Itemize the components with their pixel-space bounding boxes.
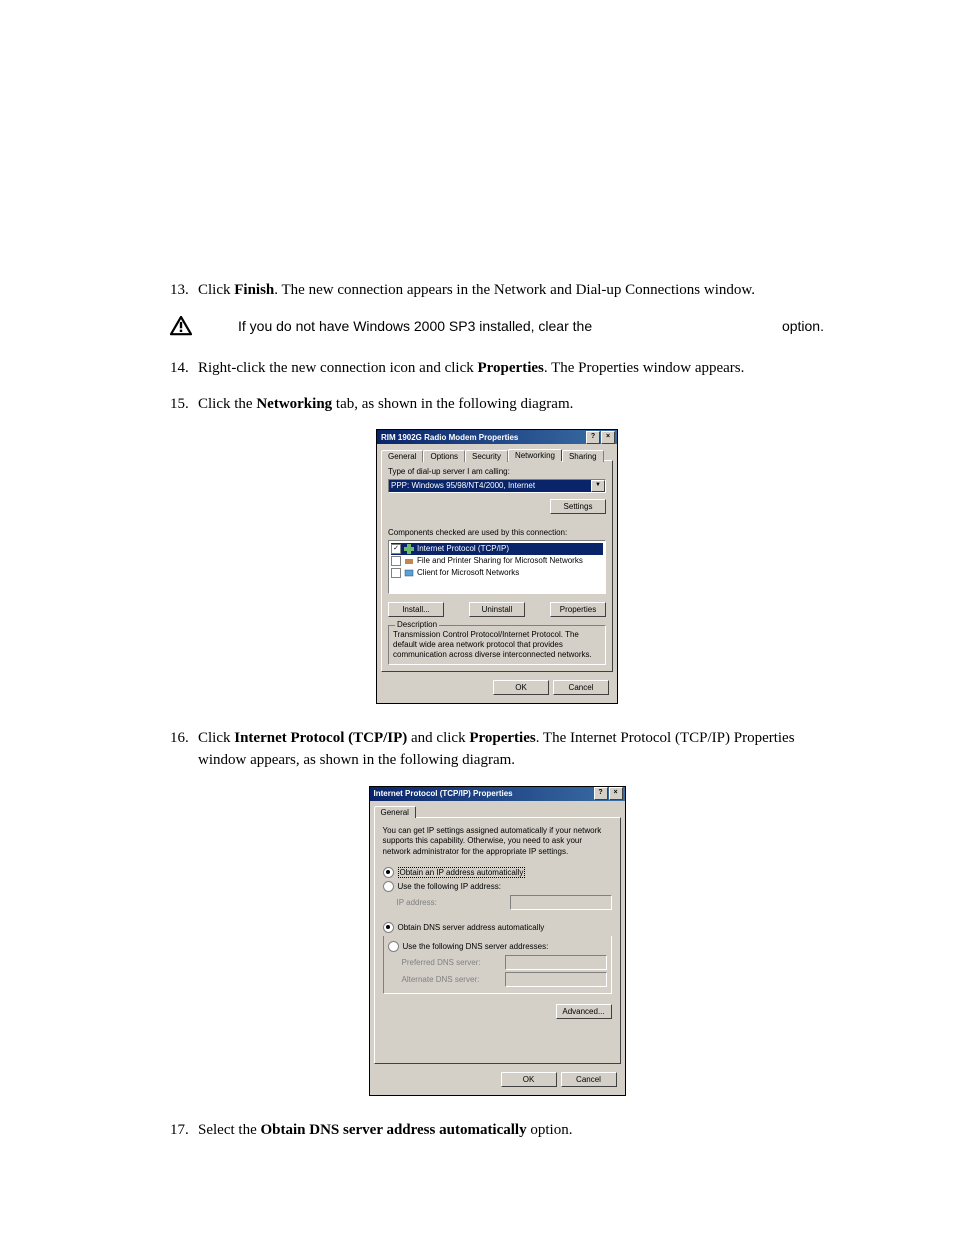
checkbox-icon[interactable]: ✓ [391, 544, 401, 554]
tab-strip: General [370, 801, 625, 817]
document-page: 13. Click Finish. The new connection app… [0, 0, 954, 1256]
step-list: 16. Click Internet Protocol (TCP/IP) and… [170, 728, 824, 772]
preferred-dns-input [505, 955, 607, 970]
step-text: Select the Obtain DNS server address aut… [198, 1122, 572, 1138]
service-icon [404, 556, 414, 566]
help-button[interactable]: ? [594, 787, 608, 800]
window-title: Internet Protocol (TCP/IP) Properties [374, 789, 513, 798]
components-listbox[interactable]: ✓ Internet Protocol (TCP/IP) File and Pr… [388, 540, 606, 594]
step-list: 13. Click Finish. The new connection app… [170, 280, 824, 302]
step-16: 16. Click Internet Protocol (TCP/IP) and… [170, 728, 824, 772]
radio-modem-properties-dialog: RIM 1902G Radio Modem Properties ? × Gen… [376, 429, 618, 704]
step-number: 13. [170, 280, 189, 302]
tab-page-general: You can get IP settings assigned automat… [374, 817, 621, 1064]
settings-button[interactable]: Settings [550, 499, 606, 514]
components-label: Components checked are used by this conn… [388, 528, 606, 537]
type-label: Type of dial-up server I am calling: [388, 467, 606, 476]
ok-button[interactable]: OK [493, 680, 549, 695]
step-15: 15. Click the Networking tab, as shown i… [170, 394, 824, 416]
step-list: 14. Right-click the new connection icon … [170, 358, 824, 416]
dns-group: Use the following DNS server addresses: … [383, 936, 612, 994]
close-button[interactable]: × [601, 431, 615, 444]
window-title: RIM 1902G Radio Modem Properties [381, 433, 518, 442]
step-number: 17. [170, 1120, 189, 1142]
dialog-screenshot-2: Internet Protocol (TCP/IP) Properties ? … [170, 786, 824, 1096]
intro-text: You can get IP settings assigned automat… [383, 826, 612, 857]
help-button[interactable]: ? [586, 431, 600, 444]
network-protocol-icon [404, 544, 414, 554]
checkbox-icon[interactable] [391, 568, 401, 578]
alternate-dns-input [505, 972, 607, 987]
ok-button[interactable]: OK [501, 1072, 557, 1087]
ip-address-input [510, 895, 612, 910]
step-text: Click Internet Protocol (TCP/IP) and cli… [198, 730, 795, 768]
server-type-dropdown[interactable]: PPP: Windows 95/98/NT4/2000, Internet ▼ [388, 479, 606, 493]
option-use-dns[interactable]: Use the following DNS server addresses: [388, 941, 607, 952]
cancel-button[interactable]: Cancel [561, 1072, 617, 1087]
step-text: Click Finish. The new connection appears… [198, 282, 755, 298]
properties-button[interactable]: Properties [550, 602, 606, 617]
radio-icon[interactable] [383, 867, 394, 878]
step-number: 15. [170, 394, 189, 416]
chevron-down-icon[interactable]: ▼ [591, 480, 605, 492]
list-item-tcpip[interactable]: ✓ Internet Protocol (TCP/IP) [391, 543, 603, 555]
titlebar[interactable]: Internet Protocol (TCP/IP) Properties ? … [370, 787, 625, 801]
preferred-dns-row: Preferred DNS server: [402, 955, 607, 970]
checkbox-icon[interactable] [391, 556, 401, 566]
step-17: 17. Select the Obtain DNS server address… [170, 1120, 824, 1142]
cancel-button[interactable]: Cancel [553, 680, 609, 695]
tab-strip: General Options Security Networking Shar… [377, 444, 617, 460]
radio-icon[interactable] [383, 922, 394, 933]
dialog-screenshot-1: RIM 1902G Radio Modem Properties ? × Gen… [170, 429, 824, 704]
tab-security[interactable]: Security [465, 450, 508, 462]
step-14: 14. Right-click the new connection icon … [170, 358, 824, 380]
step-list: 17. Select the Obtain DNS server address… [170, 1120, 824, 1142]
titlebar[interactable]: RIM 1902G Radio Modem Properties ? × [377, 430, 617, 444]
step-text: Click the Networking tab, as shown in th… [198, 396, 573, 412]
option-obtain-dns[interactable]: Obtain DNS server address automatically [383, 922, 612, 933]
ip-address-row: IP address: [397, 895, 612, 910]
option-obtain-ip[interactable]: Obtain an IP address automatically [383, 867, 612, 878]
install-button[interactable]: Install... [388, 602, 444, 617]
step-number: 16. [170, 728, 189, 750]
tab-networking[interactable]: Networking [508, 449, 562, 461]
description-legend: Description [395, 620, 439, 629]
list-item-client[interactable]: Client for Microsoft Networks [391, 567, 603, 579]
description-text: Transmission Control Protocol/Internet P… [393, 630, 601, 660]
tcpip-properties-dialog: Internet Protocol (TCP/IP) Properties ? … [369, 786, 626, 1096]
advanced-button[interactable]: Advanced... [556, 1004, 612, 1019]
tab-general[interactable]: General [381, 450, 423, 462]
list-item-file-printer-sharing[interactable]: File and Printer Sharing for Microsoft N… [391, 555, 603, 567]
alternate-dns-row: Alternate DNS server: [402, 972, 607, 987]
note-callout: If you do not have Windows 2000 SP3 inst… [170, 316, 824, 336]
radio-icon[interactable] [383, 881, 394, 892]
description-group: Description Transmission Control Protoco… [388, 625, 606, 665]
option-use-ip[interactable]: Use the following IP address: [383, 881, 612, 892]
step-number: 14. [170, 358, 189, 380]
step-13: 13. Click Finish. The new connection app… [170, 280, 824, 302]
tab-sharing[interactable]: Sharing [562, 450, 604, 462]
tab-options[interactable]: Options [423, 450, 465, 462]
client-icon [404, 568, 414, 578]
close-button[interactable]: × [609, 787, 623, 800]
uninstall-button[interactable]: Uninstall [469, 602, 525, 617]
tab-page-networking: Type of dial-up server I am calling: PPP… [381, 460, 613, 672]
note-text: If you do not have Windows 2000 SP3 inst… [238, 318, 824, 334]
step-text: Right-click the new connection icon and … [198, 360, 744, 376]
tab-general[interactable]: General [374, 806, 416, 818]
radio-icon[interactable] [388, 941, 399, 952]
warning-icon [170, 316, 192, 336]
